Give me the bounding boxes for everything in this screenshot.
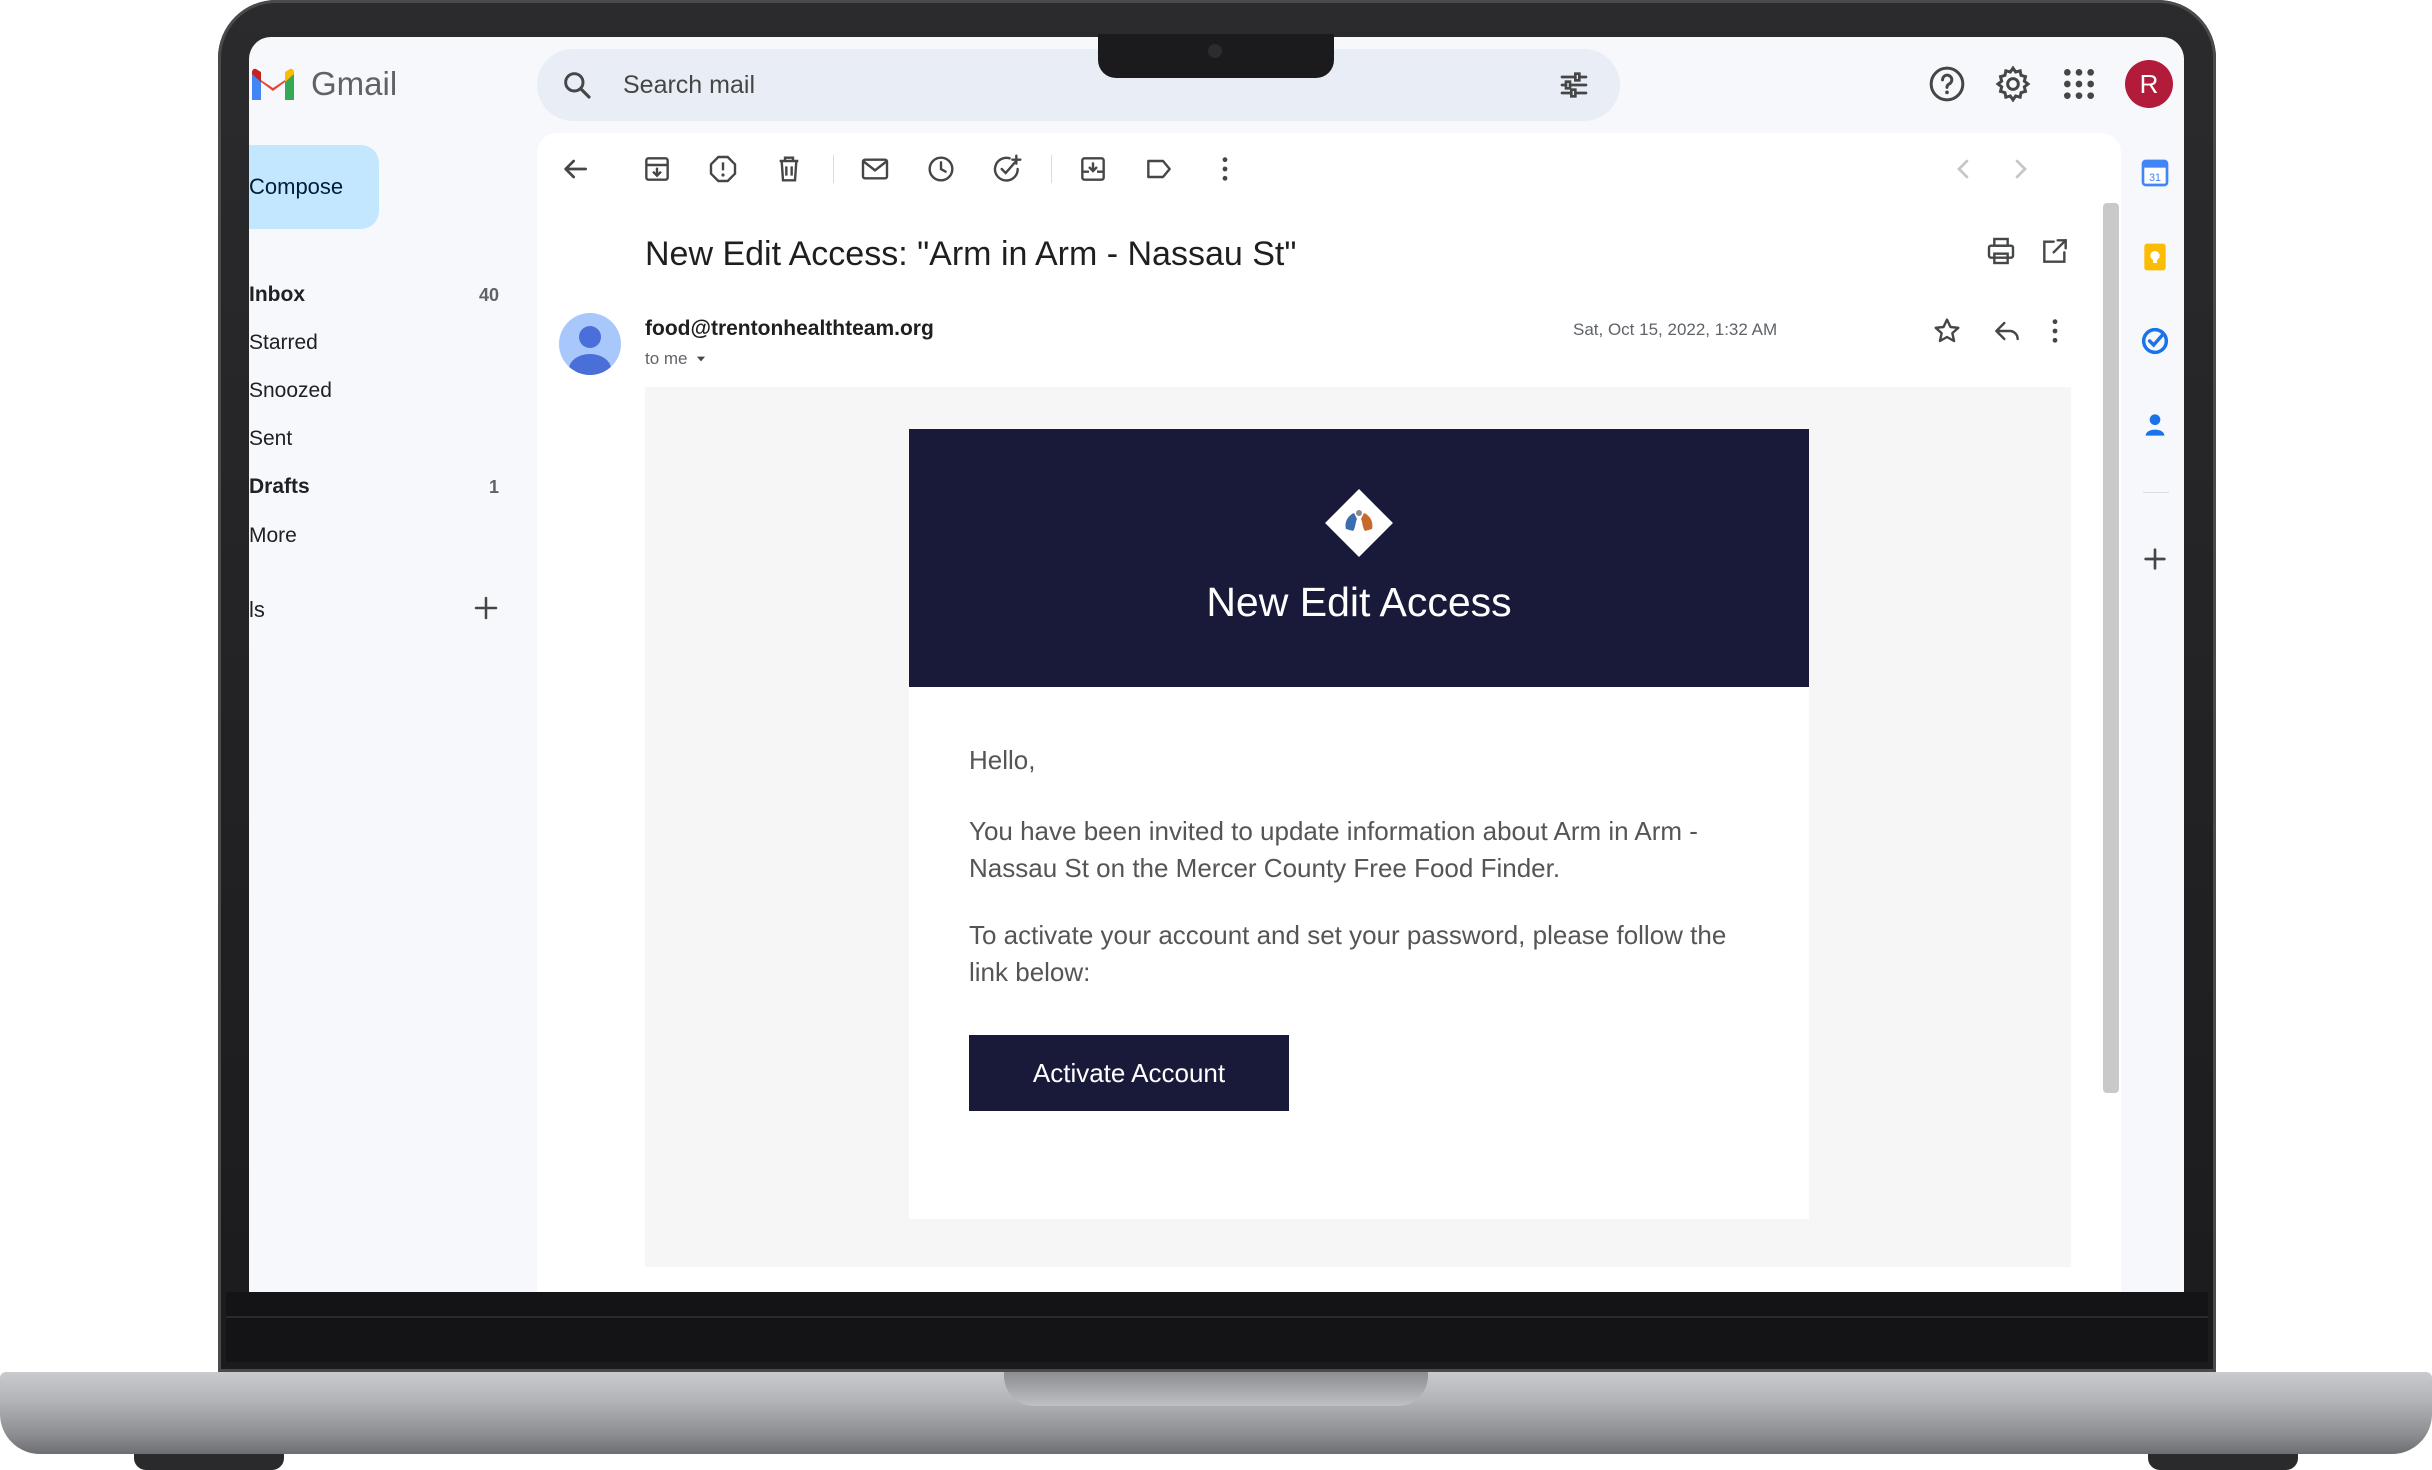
email-paragraph: You have been invited to update informat… bbox=[969, 816, 1698, 883]
email-content: New Edit Access Hello, You have been inv… bbox=[645, 387, 2071, 1267]
recipient-details[interactable]: to me bbox=[645, 349, 708, 369]
search-bar[interactable] bbox=[537, 49, 1620, 121]
add-label-icon[interactable] bbox=[471, 593, 501, 623]
laptop-foot bbox=[2148, 1454, 2298, 1470]
sidebar-item-sent[interactable]: Sent bbox=[249, 419, 499, 459]
sidebar-item-label: More bbox=[249, 524, 297, 547]
brand-name: Gmail bbox=[311, 65, 398, 102]
message-subject: New Edit Access: "Arm in Arm - Nassau St… bbox=[645, 235, 1297, 273]
laptop-foot bbox=[134, 1454, 284, 1470]
sidebar-item-starred[interactable]: Starred bbox=[249, 323, 499, 363]
sidebar-item-label: Starred bbox=[249, 331, 318, 354]
toolbar-divider bbox=[833, 155, 834, 183]
calendar-icon[interactable]: 31 bbox=[2139, 157, 2171, 189]
delete-icon[interactable] bbox=[773, 153, 805, 185]
chevron-down-icon[interactable] bbox=[694, 352, 708, 366]
email-banner-title: New Edit Access bbox=[1206, 579, 1512, 625]
sidebar-item-label: Sent bbox=[249, 427, 293, 450]
message-more-icon[interactable] bbox=[2039, 315, 2071, 347]
sender-avatar[interactable] bbox=[559, 313, 621, 375]
mark-unread-icon[interactable] bbox=[859, 153, 891, 185]
account-avatar[interactable]: R bbox=[2125, 60, 2173, 108]
recipient-label: to me bbox=[645, 349, 688, 368]
older-icon[interactable] bbox=[2005, 153, 2037, 185]
email-banner: New Edit Access bbox=[909, 429, 1809, 687]
camera-notch bbox=[1098, 34, 1334, 78]
newer-icon[interactable] bbox=[1947, 153, 1979, 185]
svg-text:31: 31 bbox=[2149, 172, 2161, 184]
search-options-icon[interactable] bbox=[1557, 69, 1591, 101]
print-icon[interactable] bbox=[1985, 235, 2017, 267]
sidebar-item-inbox[interactable]: Inbox 40 bbox=[249, 275, 499, 315]
sidebar-item-label: Inbox bbox=[249, 283, 305, 306]
gmail-logo[interactable]: Gmail bbox=[249, 65, 397, 103]
star-icon[interactable] bbox=[1931, 315, 1963, 347]
sidebar-item-drafts[interactable]: Drafts 1 bbox=[249, 467, 499, 507]
toolbar-divider bbox=[1051, 155, 1052, 183]
person-icon bbox=[569, 326, 611, 375]
settings-gear-icon[interactable] bbox=[1993, 64, 2033, 104]
sidebar-item-more[interactable]: More bbox=[249, 516, 499, 556]
sidebar-item-label: Drafts bbox=[249, 475, 310, 498]
reply-icon[interactable] bbox=[1991, 315, 2023, 347]
email-greeting: Hello, bbox=[969, 745, 1036, 775]
more-vert-icon[interactable] bbox=[1209, 153, 1241, 185]
email-paragraph: To activate your account and set your pa… bbox=[969, 920, 1727, 987]
label-icon[interactable] bbox=[1143, 153, 1175, 185]
tasks-icon[interactable] bbox=[2139, 325, 2171, 357]
unread-count: 40 bbox=[478, 284, 499, 305]
move-to-icon[interactable] bbox=[1077, 153, 1109, 185]
archive-icon[interactable] bbox=[641, 153, 673, 185]
gmail-m-icon bbox=[252, 68, 294, 100]
labels-heading: ls bbox=[249, 597, 265, 622]
add-addon-icon[interactable] bbox=[2139, 543, 2171, 575]
contacts-icon[interactable] bbox=[2139, 409, 2171, 441]
search-icon[interactable] bbox=[561, 69, 593, 101]
email-body: Hello, You have been invited to update i… bbox=[909, 687, 1809, 1219]
keep-icon[interactable] bbox=[2139, 241, 2171, 273]
activate-account-button[interactable]: Activate Account bbox=[969, 1035, 1289, 1111]
message-pane: New Edit Access: "Arm in Arm - Nassau St… bbox=[537, 133, 2121, 1292]
screen: Gmail R Compose Inbox 40 Starred Snoozed… bbox=[249, 37, 2184, 1292]
camera-icon bbox=[1208, 44, 1222, 58]
drafts-count: 1 bbox=[488, 476, 499, 497]
free-food-finder-logo-icon bbox=[1325, 489, 1393, 557]
snooze-icon[interactable] bbox=[925, 153, 957, 185]
open-new-window-icon[interactable] bbox=[2039, 235, 2071, 267]
scrollbar[interactable] bbox=[2103, 203, 2119, 1093]
side-panel-divider bbox=[2143, 492, 2169, 493]
help-icon[interactable] bbox=[1927, 64, 1967, 104]
back-icon[interactable] bbox=[559, 153, 591, 185]
report-spam-icon[interactable] bbox=[707, 153, 739, 185]
laptop-chin bbox=[226, 1292, 2208, 1362]
compose-button[interactable]: Compose bbox=[249, 145, 379, 229]
sidebar-item-label: Snoozed bbox=[249, 379, 332, 402]
message-date: Sat, Oct 15, 2022, 1:32 AM bbox=[1573, 320, 1778, 339]
apps-grid-icon[interactable] bbox=[2059, 64, 2099, 104]
add-task-icon[interactable] bbox=[991, 153, 1023, 185]
laptop-chin-edge bbox=[226, 1316, 2208, 1318]
sender-email[interactable]: food@trentonhealthteam.org bbox=[645, 317, 934, 341]
sidebar-item-snoozed[interactable]: Snoozed bbox=[249, 371, 499, 411]
laptop-hinge-notch bbox=[1004, 1372, 1428, 1406]
